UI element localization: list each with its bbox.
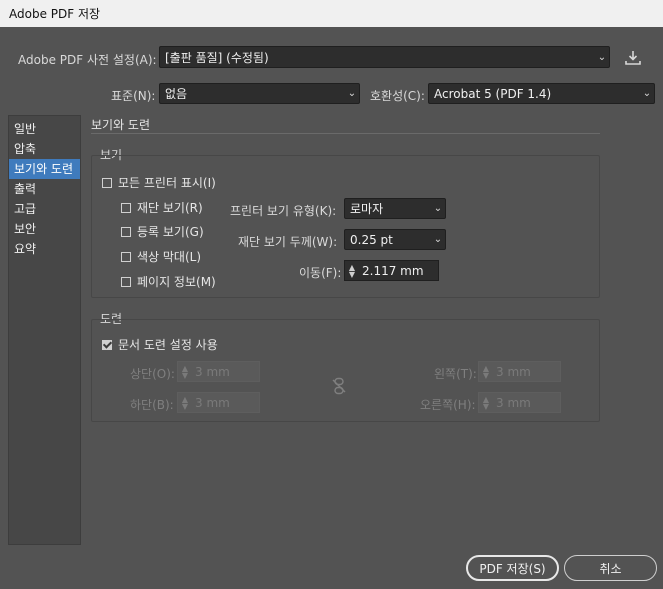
checkbox-box	[102, 339, 112, 350]
checkbox-box	[121, 226, 131, 237]
sidebar-item-security[interactable]: 보안	[9, 219, 80, 239]
bleed-left-label: 왼쪽(T):	[434, 367, 477, 381]
preset-value: [출판 품질] (수정됨)	[165, 50, 269, 65]
bleed-right-label: 오른쪽(H):	[420, 398, 476, 412]
chevron-down-icon: ⌄	[642, 88, 652, 99]
standard-value: 없음	[165, 87, 188, 101]
offset-value: 2.117 mm	[362, 263, 424, 278]
bleed-right-stepper[interactable]: ▲ ▼ 3 mm	[478, 392, 561, 413]
checkbox-box	[121, 202, 131, 213]
chevron-down-icon: ⌄	[433, 203, 443, 214]
trim-marks-label: 재단 보기(R)	[137, 201, 203, 215]
standard-dropdown[interactable]: 없음 ⌄	[159, 83, 360, 104]
registration-marks-checkbox[interactable]: 등록 보기(G)	[121, 223, 204, 240]
bleed-top-label: 상단(O):	[130, 367, 175, 381]
all-marks-label: 모든 프린터 표시(I)	[118, 176, 216, 190]
offset-stepper[interactable]: ▲ ▼ 2.117 mm	[344, 260, 439, 281]
color-bars-label: 색상 막대(L)	[137, 250, 202, 264]
offset-label: 이동(F):	[299, 266, 342, 280]
sidebar-item-compression[interactable]: 압축	[9, 139, 80, 159]
stepper-arrows-icon[interactable]: ▲ ▼	[178, 395, 192, 410]
chevron-down-icon: ⌄	[433, 234, 443, 245]
all-marks-checkbox[interactable]: 모든 프린터 표시(I)	[102, 174, 216, 191]
section-divider	[91, 133, 600, 134]
title-bar: Adobe PDF 저장	[0, 0, 663, 27]
bleed-left-value: 3 mm	[496, 364, 531, 379]
cancel-button[interactable]: 취소	[564, 555, 657, 581]
stepper-arrows-icon[interactable]: ▲ ▼	[345, 263, 359, 278]
window-title: Adobe PDF 저장	[9, 7, 101, 21]
marks-type-value: 로마자	[350, 202, 384, 216]
sidebar-item-output[interactable]: 출력	[9, 179, 80, 199]
page-info-checkbox[interactable]: 페이지 정보(M)	[121, 273, 216, 290]
sidebar: 일반 압축 보기와 도련 출력 고급 보안 요약	[8, 115, 81, 545]
sidebar-item-summary[interactable]: 요약	[9, 239, 80, 259]
checkbox-box	[102, 177, 112, 188]
compat-label: 호환성(C):	[370, 89, 425, 103]
checkbox-box	[121, 251, 131, 262]
sidebar-item-general[interactable]: 일반	[9, 119, 80, 139]
stepper-arrows-icon[interactable]: ▲ ▼	[178, 364, 192, 379]
bleed-right-value: 3 mm	[496, 395, 531, 410]
use-doc-bleed-checkbox[interactable]: 문서 도련 설정 사용	[102, 336, 218, 353]
save-pdf-button[interactable]: PDF 저장(S)	[466, 555, 559, 581]
bleed-left-stepper[interactable]: ▲ ▼ 3 mm	[478, 361, 561, 382]
standard-label: 표준(N):	[111, 89, 156, 103]
stepper-arrows-icon[interactable]: ▲ ▼	[479, 364, 493, 379]
use-doc-bleed-label: 문서 도련 설정 사용	[118, 338, 218, 352]
trim-weight-value: 0.25 pt	[350, 232, 393, 247]
bleed-bottom-stepper[interactable]: ▲ ▼ 3 mm	[177, 392, 260, 413]
preset-dropdown[interactable]: [출판 품질] (수정됨) ⌄	[159, 46, 610, 68]
preset-label: Adobe PDF 사전 설정(A):	[18, 53, 157, 67]
stepper-arrows-icon[interactable]: ▲ ▼	[479, 395, 493, 410]
checkbox-box	[121, 276, 131, 287]
page-info-label: 페이지 정보(M)	[137, 275, 216, 289]
link-icon[interactable]	[331, 377, 347, 395]
trim-marks-checkbox[interactable]: 재단 보기(R)	[121, 199, 203, 216]
registration-marks-label: 등록 보기(G)	[137, 225, 204, 239]
section-title: 보기와 도련	[91, 118, 151, 132]
compat-value: Acrobat 5 (PDF 1.4)	[434, 86, 552, 101]
trim-weight-dropdown[interactable]: 0.25 pt ⌄	[344, 229, 446, 250]
bleed-bottom-label: 하단(B):	[130, 398, 174, 412]
color-bars-checkbox[interactable]: 색상 막대(L)	[121, 248, 201, 265]
save-preset-icon[interactable]	[624, 49, 642, 67]
sidebar-item-advanced[interactable]: 고급	[9, 199, 80, 219]
sidebar-item-marks-bleeds[interactable]: 보기와 도련	[9, 159, 80, 179]
marks-type-dropdown[interactable]: 로마자 ⌄	[344, 198, 446, 219]
compat-dropdown[interactable]: Acrobat 5 (PDF 1.4) ⌄	[428, 83, 655, 104]
bleed-top-stepper[interactable]: ▲ ▼ 3 mm	[177, 361, 260, 382]
trim-weight-label: 재단 보기 두께(W):	[238, 235, 338, 249]
bleed-top-value: 3 mm	[195, 364, 230, 379]
marks-type-label: 프린터 보기 유형(K):	[230, 204, 337, 218]
chevron-down-icon: ⌄	[597, 51, 607, 63]
chevron-down-icon: ⌄	[347, 88, 357, 99]
bleed-bottom-value: 3 mm	[195, 395, 230, 410]
